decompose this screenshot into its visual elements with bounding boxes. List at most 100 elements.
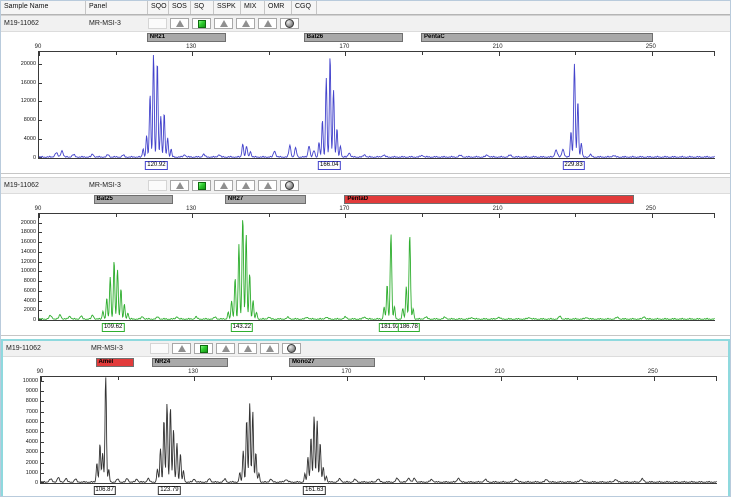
y-tick-label: 16000: [3, 239, 36, 245]
sos-flag-triangle-icon[interactable]: [170, 180, 189, 191]
y-tick-label: 16000: [3, 80, 36, 86]
peak-size-label[interactable]: 229.83: [562, 161, 584, 170]
table-header-filler: [317, 1, 730, 14]
sspk-flag-triangle-icon[interactable]: [216, 343, 235, 354]
green-square-icon: [198, 182, 206, 190]
marker-bar-nr24[interactable]: NR24: [152, 358, 228, 367]
column-header-sspk: SSPK: [214, 1, 241, 14]
y-tick-label: 2000: [3, 307, 36, 313]
peak-size-label[interactable]: 109.62: [102, 323, 124, 332]
trace-line: [39, 55, 715, 157]
electropherogram-panel-1[interactable]: M19-11062MR-MSI-3 NR21 Bat26 PentaC 90130170…: [1, 15, 730, 174]
marker-bar-amel[interactable]: Amel: [96, 358, 134, 367]
sqo-flag-cell: [148, 180, 167, 191]
cgq-flag-sphere-icon[interactable]: [280, 180, 299, 191]
y-tick-label: 7000: [5, 409, 38, 415]
panel-header-row[interactable]: M19-11062MR-MSI-3: [1, 16, 730, 32]
omr-flag-triangle-icon[interactable]: [260, 343, 279, 354]
x-tick-label: 90: [35, 43, 42, 51]
trace-line: [41, 377, 717, 482]
fragment-analysis-window: Sample NamePanelSQOSOSSQSSPKMIXOMRCGQ M1…: [0, 0, 731, 497]
x-tick-label: 250: [646, 205, 656, 213]
y-tick-label: 6000: [3, 288, 36, 294]
trace-plot[interactable]: 040008000120001600020000: [38, 51, 715, 159]
trace-line: [39, 220, 715, 319]
triangle-icon: [178, 345, 186, 352]
panel-name: MR-MSI-3: [86, 182, 148, 189]
column-header-mix: MIX: [241, 1, 265, 14]
triangle-icon: [176, 182, 184, 189]
mix-flag-triangle-icon[interactable]: [236, 18, 255, 29]
marker-bar-row: NR21 Bat26 PentaC: [1, 32, 730, 43]
y-tick-label: 3000: [5, 449, 38, 455]
marker-bar-row: Amel NR24 Mono27: [3, 357, 728, 368]
omr-flag-triangle-icon[interactable]: [258, 18, 277, 29]
panel-name: MR-MSI-3: [88, 345, 150, 352]
peak-size-label[interactable]: 120.92: [145, 161, 167, 170]
sos-flag-triangle-icon[interactable]: [172, 343, 191, 354]
marker-bar-bat25[interactable]: Bat25: [94, 195, 173, 204]
trace-plot[interactable]: 0100020003000400050006000700080009000100…: [40, 376, 717, 484]
y-tick-label: 20000: [3, 220, 36, 226]
peak-size-label[interactable]: 161.63: [303, 486, 325, 495]
marker-label: Amel: [99, 359, 114, 365]
y-tick-label: 6000: [5, 419, 38, 425]
mix-flag-triangle-icon[interactable]: [236, 180, 255, 191]
sspk-flag-triangle-icon[interactable]: [214, 18, 233, 29]
omr-flag-triangle-icon[interactable]: [258, 180, 277, 191]
peak-label-row: 120.92 166.04 229.83: [1, 159, 730, 173]
column-header-label: Panel: [89, 3, 107, 10]
y-tick-label: 1000: [5, 470, 38, 476]
marker-bar-mono27[interactable]: Mono27: [289, 358, 375, 367]
trace-svg: [41, 377, 717, 483]
x-tick-label: 130: [186, 205, 196, 213]
marker-bar-nr21[interactable]: NR21: [147, 33, 226, 42]
sos-flag-triangle-icon[interactable]: [170, 18, 189, 29]
peak-label-row: 106.87 123.79 161.63: [3, 484, 728, 497]
sq-flag-square-icon[interactable]: [192, 18, 211, 29]
electropherogram-panel-3[interactable]: M19-11062MR-MSI-3AmelNR24Mono27901301702…: [1, 339, 730, 497]
green-square-icon: [198, 20, 206, 28]
triangle-icon: [242, 20, 250, 27]
peak-size-label[interactable]: 166.04: [318, 161, 340, 170]
marker-label: Mono27: [292, 359, 315, 365]
marker-bar-nr27[interactable]: NR27: [225, 195, 306, 204]
trace-plot[interactable]: 0200040006000800010000120001400016000180…: [38, 213, 715, 321]
y-tick-label: 4000: [5, 439, 38, 445]
column-header-cgq: CGQ: [292, 1, 317, 14]
cgq-flag-sphere-icon[interactable]: [280, 18, 299, 29]
triangle-icon: [222, 345, 230, 352]
y-tick-label: 8000: [3, 278, 36, 284]
column-header-label: SOS: [172, 3, 187, 10]
marker-bar-pentac[interactable]: PentaC: [421, 33, 653, 42]
x-tick-label: 210: [493, 205, 503, 213]
x-axis-labels: 90130170210250: [1, 43, 730, 51]
marker-bar-bat26[interactable]: Bat26: [304, 33, 403, 42]
panel-header-row[interactable]: M19-11062MR-MSI-3: [1, 178, 730, 194]
triangle-icon: [244, 345, 252, 352]
y-tick-label: 12000: [3, 98, 36, 104]
marker-label: NR21: [150, 34, 165, 40]
marker-label: PentaC: [424, 34, 445, 40]
sq-flag-square-icon[interactable]: [192, 180, 211, 191]
marker-bar-pentad[interactable]: PentaD: [344, 195, 633, 204]
sspk-flag-triangle-icon[interactable]: [214, 180, 233, 191]
sq-flag-square-icon[interactable]: [194, 343, 213, 354]
sphere-icon: [285, 181, 294, 190]
electropherogram-panel-2[interactable]: M19-11062MR-MSI-3Bat25NR27PentaD90130170…: [1, 177, 730, 336]
peak-size-label[interactable]: 143.22: [231, 323, 253, 332]
panel-header-row[interactable]: M19-11062MR-MSI-3: [3, 341, 728, 357]
peak-size-label[interactable]: 186.78: [397, 323, 419, 332]
x-tick-label: 130: [188, 368, 198, 376]
marker-label: NR27: [228, 196, 243, 202]
y-tick-label: 4000: [3, 298, 36, 304]
peak-size-label[interactable]: 106.87: [93, 486, 115, 495]
column-header-sos: SOS: [169, 1, 191, 14]
peak-size-label[interactable]: 123.79: [158, 486, 180, 495]
mix-flag-triangle-icon[interactable]: [238, 343, 257, 354]
cgq-flag-sphere-icon[interactable]: [282, 343, 301, 354]
column-header-sq: SQ: [191, 1, 214, 14]
column-header-panel: Panel: [86, 1, 148, 14]
x-tick-label: 210: [495, 368, 505, 376]
sphere-icon: [287, 344, 296, 353]
